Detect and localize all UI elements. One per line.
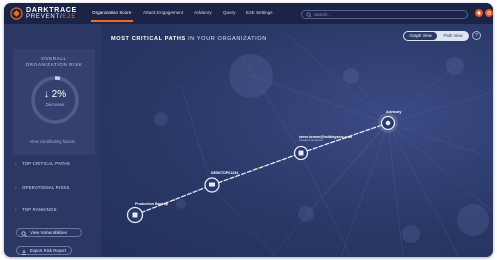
- top-navigation-bar: DARKTRACE PREVENT/E2E Organization Score…: [4, 3, 493, 24]
- logo-product-main: PREVENT/: [26, 14, 63, 20]
- sidebar: OVERALL ORGANIZATION RISK ↓ 2% Decrease …: [4, 24, 101, 257]
- page-title-bold: MOST CRITICAL PATHS: [111, 36, 186, 42]
- page-title-rest: IN YOUR ORGANIZATION: [185, 36, 267, 42]
- search-input[interactable]: Search...: [301, 10, 468, 19]
- view-vulnerabilities-button[interactable]: View Vulnerabilities: [16, 228, 82, 237]
- risk-change-value: ↓ 2%: [43, 89, 67, 100]
- export-risk-report-button[interactable]: Export Risk Report: [16, 246, 72, 255]
- notifications-button[interactable]: [475, 9, 483, 17]
- node-name: Production Backup: [135, 202, 168, 206]
- sidebar-item-operational-risks[interactable]: › OPERATIONAL RISKS: [15, 185, 70, 190]
- settings-button[interactable]: [485, 9, 493, 17]
- sidebar-item-top-critical-paths[interactable]: › TOP CRITICAL PATHS: [15, 161, 70, 166]
- page-title: MOST CRITICAL PATHS IN YOUR ORGANIZATION: [111, 36, 267, 43]
- sidebar-item-label: TOP RANKINGS: [22, 207, 57, 212]
- sidebar-item-label: TOP CRITICAL PATHS: [22, 161, 70, 166]
- node-label-advisory: Advisory: [386, 110, 401, 114]
- help-button[interactable]: ?: [472, 31, 481, 40]
- logo-wordmark: DARKTRACE: [26, 5, 77, 14]
- desktop-icon: [209, 182, 215, 187]
- logo-product-name: PREVENT/E2E: [26, 14, 76, 21]
- sidebar-item-label: OPERATIONAL RISKS: [22, 185, 70, 190]
- node-label-user-account: steve.brown@holdingsinc.com Systems Engin…: [299, 135, 352, 143]
- background-network: [180, 34, 493, 257]
- node-name: DESKTOP01234: [211, 171, 239, 175]
- graph-view-button[interactable]: Graph View: [404, 32, 437, 40]
- node-label-production-backup: Production Backup: [135, 202, 168, 206]
- search-placeholder: Search...: [314, 12, 331, 17]
- node-advisory[interactable]: [378, 113, 398, 133]
- user-icon: [298, 150, 304, 156]
- logo-product-accent: E2E: [62, 14, 77, 20]
- attack-path-graph[interactable]: [101, 24, 493, 257]
- node-label-desktop: DESKTOP01234: [211, 171, 238, 175]
- nav-query[interactable]: Query: [223, 9, 236, 16]
- background-nodes: [154, 54, 489, 243]
- node-production-backup[interactable]: [126, 206, 144, 224]
- node-name: Advisory: [386, 110, 402, 114]
- view-vulnerabilities-label: View Vulnerabilities: [30, 230, 68, 235]
- nav-advisory[interactable]: Advisory: [194, 9, 212, 16]
- search-icon: [21, 230, 27, 237]
- expand-icon: ›: [15, 161, 17, 166]
- contributing-factors-link[interactable]: View contributing factors: [4, 139, 101, 144]
- advisory-icon: [385, 120, 391, 126]
- download-icon: [22, 249, 26, 255]
- risk-change-label: Decrease: [45, 102, 65, 107]
- view-toggle: Graph View Path View: [403, 31, 469, 41]
- node-desktop[interactable]: [204, 177, 220, 193]
- risk-card-title: OVERALL ORGANIZATION RISK: [13, 56, 95, 68]
- bell-icon: [477, 11, 481, 16]
- gear-icon: [486, 10, 492, 16]
- nav-attack-engagement[interactable]: Attack Engagement: [143, 9, 183, 16]
- node-user-account[interactable]: [293, 145, 309, 161]
- expand-icon: ›: [15, 207, 17, 212]
- risk-title-line2: ORGANIZATION RISK: [25, 61, 83, 67]
- darktrace-logo-icon: [10, 7, 23, 20]
- active-tab-indicator: [91, 20, 133, 22]
- export-risk-report-label: Export Risk Report: [30, 248, 67, 253]
- search-icon: [306, 12, 312, 18]
- nav-e2e-settings[interactable]: E2E Settings: [246, 9, 273, 16]
- node-subtitle: Systems Engineer: [299, 138, 324, 143]
- sidebar-item-top-rankings[interactable]: › TOP RANKINGS: [15, 207, 57, 212]
- risk-gauge: [31, 76, 79, 124]
- server-icon: [132, 212, 138, 218]
- path-view-button[interactable]: Path View: [438, 32, 468, 40]
- nav-organization-score[interactable]: Organization Score: [92, 9, 131, 16]
- critical-paths-panel: MOST CRITICAL PATHS IN YOUR ORGANIZATION…: [101, 24, 493, 257]
- app-window: DARKTRACE PREVENT/E2E Organization Score…: [4, 3, 493, 257]
- expand-icon: ›: [15, 185, 17, 190]
